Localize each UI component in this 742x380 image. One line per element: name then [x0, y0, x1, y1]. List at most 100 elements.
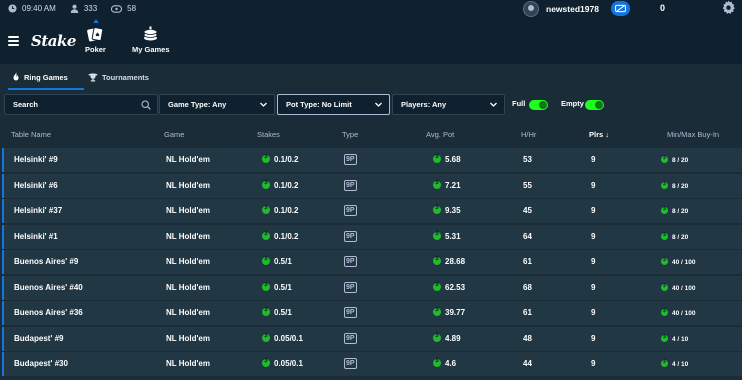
- min-max-buy-in-value: 8 / 20: [661, 155, 688, 164]
- min-max-buy-in-value: 8 / 20: [661, 206, 688, 215]
- col-avg-pot[interactable]: Avg. Pot: [426, 130, 454, 139]
- settings-button[interactable]: [721, 0, 736, 20]
- dollar-coin-icon: [433, 180, 441, 189]
- hands-per-hour-value: 53: [523, 155, 532, 164]
- col-table-name[interactable]: Table Name: [11, 130, 51, 139]
- pot-type-select[interactable]: Pot Type: No Limit: [277, 94, 390, 115]
- chips-stack-icon: [143, 26, 158, 41]
- dollar-coin-icon: [262, 205, 270, 214]
- col-players[interactable]: Plrs ↓: [589, 130, 609, 139]
- col-hands-per-hour[interactable]: H/Hr: [521, 130, 536, 139]
- fire-icon: [13, 72, 19, 81]
- dollar-coin-icon: [262, 180, 270, 189]
- dollar-coin-icon: [661, 283, 668, 291]
- nav-poker[interactable]: Poker: [85, 19, 106, 54]
- game-name: NL Hold'em: [166, 308, 210, 317]
- table-row[interactable]: Buenos Aires' #40 NL Hold'em 0.5/1 9P 62.53 6…: [2, 275, 742, 300]
- trophy-icon: [88, 73, 98, 81]
- full-toggle[interactable]: [529, 100, 548, 110]
- nav-my-games[interactable]: My Games: [132, 26, 170, 54]
- min-max-buy-in-value: 40 / 100: [661, 257, 696, 266]
- hands-per-hour-value: 61: [523, 257, 532, 266]
- dollar-coin-icon: [262, 231, 270, 240]
- min-max-buy-in-value: 40 / 100: [661, 283, 696, 292]
- username[interactable]: newsted1978: [546, 4, 599, 14]
- table-row[interactable]: Helsinki' #6 NL Hold'em 0.1/0.2 9P 7.21 55 9 8 …: [2, 173, 742, 198]
- menu-button[interactable]: [8, 36, 19, 46]
- dollar-coin-icon: [433, 205, 441, 214]
- avg-pot-value: 5.68: [433, 154, 461, 164]
- avg-pot-value: 4.6: [433, 358, 456, 368]
- table-name: Helsinki' #6: [14, 180, 58, 190]
- table-name: Budapest' #30: [14, 359, 68, 368]
- table-row[interactable]: Buenos Aires' #9 NL Hold'em 0.5/1 9P 28.68 61…: [2, 250, 742, 274]
- col-type[interactable]: Type: [342, 130, 358, 139]
- dollar-coin-icon: [262, 307, 270, 316]
- lobby-panel: Ring Games Tournaments Search Game Type:…: [0, 64, 742, 380]
- dollar-coin-icon: [661, 257, 668, 265]
- table-name: Buenos Aires' #40: [14, 282, 83, 292]
- players-count: 9: [591, 308, 596, 317]
- games-count: 58: [111, 4, 136, 13]
- stakes-value: 0.05/0.1: [262, 333, 303, 343]
- pot-type-value: Pot Type: No Limit: [286, 100, 352, 109]
- avatar[interactable]: [523, 0, 539, 17]
- nav-my-games-label: My Games: [132, 45, 170, 54]
- active-caret-icon: [93, 19, 99, 23]
- tab-ring-games[interactable]: Ring Games: [8, 64, 84, 90]
- game-type-select[interactable]: Game Type: Any: [159, 94, 275, 115]
- game-type-value: Game Type: Any: [168, 100, 227, 109]
- gamepad-icon: [111, 4, 123, 13]
- empty-toggle[interactable]: [585, 100, 604, 110]
- min-max-buy-in-value: 40 / 100: [661, 308, 696, 317]
- wallet-icon: [615, 4, 626, 13]
- type-badge: 9P: [344, 154, 357, 165]
- hands-per-hour-value: 68: [523, 282, 532, 292]
- top-nav: Stake Poker My Games: [0, 18, 742, 62]
- tab-ring-games-label: Ring Games: [24, 72, 68, 82]
- hands-per-hour-value: 61: [523, 308, 532, 317]
- type-badge: 9P: [344, 307, 357, 318]
- clock: 09:40 AM: [8, 4, 56, 13]
- col-game[interactable]: Game: [164, 130, 184, 139]
- filter-bar: Search Game Type: Any Pot Type: No Limit…: [0, 91, 742, 118]
- players-value: Players: Any: [401, 100, 447, 109]
- avg-pot-value: 9.35: [433, 205, 461, 215]
- min-max-buy-in-value: 4 / 10: [661, 334, 688, 343]
- clock-icon: [8, 4, 17, 13]
- menu-icon: [8, 36, 19, 38]
- dollar-coin-icon: [433, 333, 441, 342]
- users-online: 333: [70, 4, 97, 13]
- avg-pot-value: 39.77: [433, 307, 465, 317]
- search-input[interactable]: Search: [4, 94, 158, 115]
- user-menu[interactable]: newsted1978: [523, 0, 599, 17]
- wallet-button[interactable]: [611, 1, 630, 16]
- table-row[interactable]: Helsinki' #37 NL Hold'em 0.1/0.2 9P 9.35 45 9 8…: [2, 199, 742, 223]
- dollar-coin-icon: [433, 358, 441, 367]
- table-row[interactable]: Budapest' #30 NL Hold'em 0.05/0.1 9P 4.6 44 9 4…: [2, 352, 742, 376]
- dollar-coin-icon: [661, 181, 668, 189]
- type-badge: 9P: [344, 205, 357, 216]
- min-max-buy-in-value: 8 / 20: [661, 181, 688, 190]
- players-count: 9: [591, 206, 596, 215]
- table-row[interactable]: Budapest' #9 NL Hold'em 0.05/0.1 9P 4.89 48 9 4…: [2, 326, 742, 351]
- table-row[interactable]: Buenos Aires' #36 NL Hold'em 0.5/1 9P 39.77 6…: [2, 301, 742, 325]
- cards-icon: [87, 27, 104, 42]
- dollar-coin-icon: [262, 358, 270, 367]
- table-row[interactable]: Helsinki' #9 NL Hold'em 0.1/0.2 9P 5.68 53 9 8 …: [2, 148, 742, 172]
- players-select[interactable]: Players: Any: [392, 94, 505, 115]
- stake-logo[interactable]: Stake: [31, 32, 76, 50]
- col-stakes[interactable]: Stakes: [257, 130, 280, 139]
- players-count: 9: [591, 257, 596, 266]
- stakes-value: 0.05/0.1: [262, 358, 303, 368]
- gear-icon: [722, 0, 735, 14]
- type-badge: 9P: [344, 256, 357, 267]
- dollar-coin-icon: [433, 154, 441, 163]
- dollar-coin-icon: [661, 155, 668, 163]
- dollar-coin-icon: [262, 282, 270, 291]
- stakes-value: 0.5/1: [262, 282, 292, 292]
- col-min-max-buy-in[interactable]: Min/Max Buy-In: [667, 130, 719, 139]
- tab-tournaments[interactable]: Tournaments: [88, 64, 158, 90]
- search-icon: [141, 100, 151, 110]
- table-row[interactable]: Helsinki' #1 NL Hold'em 0.1/0.2 9P 5.31 64 9 8 …: [2, 224, 742, 249]
